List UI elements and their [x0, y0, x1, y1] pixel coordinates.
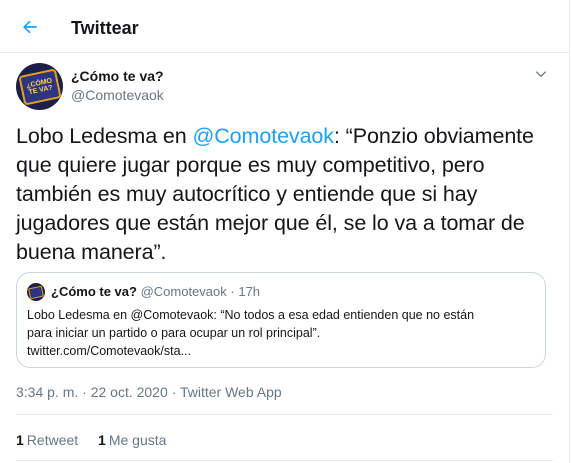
quoted-author-avatar: [27, 283, 45, 301]
retweets-stat[interactable]: 1 Retweet: [16, 432, 78, 448]
author-avatar[interactable]: ¿CÓMO TE VA?: [16, 63, 63, 110]
likes-label: Me gusta: [108, 432, 167, 448]
meta-separator: ·: [167, 384, 180, 400]
back-button[interactable]: [16, 13, 44, 41]
tweet-meta: 3:34 p. m. · 22 oct. 2020 · Twitter Web …: [16, 384, 282, 400]
author-name[interactable]: ¿Cómo te va?: [71, 68, 164, 84]
retweets-count: 1: [16, 432, 24, 448]
tweet-detail-panel: Twittear ¿CÓMO TE VA? ¿Cómo te va? @Como…: [0, 0, 570, 463]
quoted-tweet-card[interactable]: ¿Cómo te va? @Comotevaok · 17h Lobo Lede…: [16, 272, 546, 368]
likes-stat[interactable]: 1 Me gusta: [98, 432, 166, 448]
likes-count: 1: [98, 432, 106, 448]
quoted-author-handle: @Comotevaok: [140, 284, 227, 299]
quoted-separator: ·: [226, 284, 239, 299]
mention-link[interactable]: @Comotevaok: [193, 124, 335, 148]
retweets-label: Retweet: [26, 432, 79, 448]
chevron-down-icon: [535, 71, 547, 78]
tweet-text: Lobo Ledesma en @Comotevaok: “Ponzio obv…: [16, 122, 556, 267]
tweet-text-part: Lobo Ledesma en: [16, 124, 193, 148]
avatar-logo: ¿CÓMO TE VA?: [17, 67, 62, 106]
page-title: Twittear: [71, 18, 139, 38]
page-header: Twittear: [0, 0, 569, 53]
quoted-tweet-header: ¿Cómo te va? @Comotevaok · 17h: [51, 284, 260, 299]
quoted-text-line: para iniciar un partido o para ocupar un…: [27, 326, 321, 340]
quoted-tweet-text: Lobo Ledesma en @Comotevaok: “No todos a…: [27, 306, 537, 360]
tweet-menu-button[interactable]: [533, 66, 549, 82]
divider: [16, 460, 553, 461]
quoted-text-line: Lobo Ledesma en @Comotevaok: “No todos a…: [27, 308, 475, 322]
avatar-logo-text: ¿CÓMO TE VA?: [25, 76, 53, 96]
tweet-timestamp[interactable]: 3:34 p. m. · 22 oct. 2020: [16, 384, 168, 400]
tweet-stats: 1 Retweet 1 Me gusta: [16, 432, 182, 448]
tweet-source[interactable]: Twitter Web App: [180, 384, 282, 400]
author-handle[interactable]: @Comotevaok: [71, 87, 164, 103]
quoted-author-name: ¿Cómo te va?: [51, 284, 137, 299]
arrow-left-icon: [23, 20, 37, 34]
quoted-time: 17h: [238, 284, 261, 299]
quoted-avatar-logo: [28, 285, 44, 299]
quoted-link: twitter.com/Comotevaok/sta...: [27, 344, 191, 358]
divider: [16, 414, 553, 415]
